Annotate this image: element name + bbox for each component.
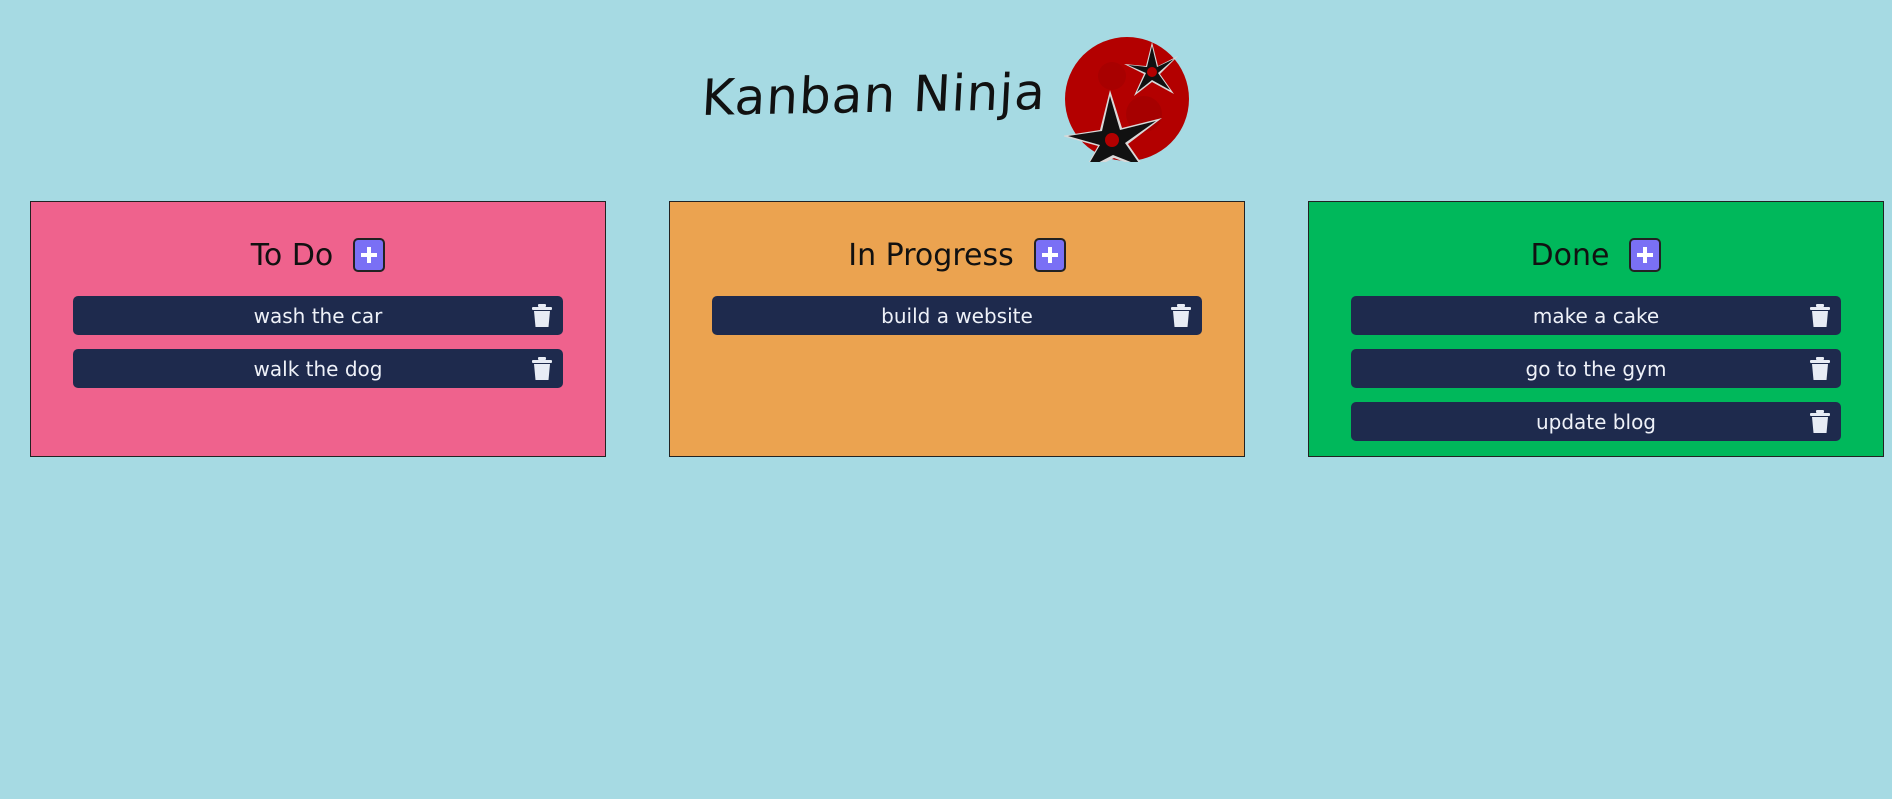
column-header: To Do <box>31 230 605 280</box>
task-card[interactable]: make a cake <box>1351 296 1841 335</box>
column-todo: To Do wash the car walk the dog <box>30 201 606 457</box>
add-task-button[interactable] <box>353 238 386 272</box>
ninja-star-logo-icon <box>1063 37 1189 162</box>
task-card[interactable]: go to the gym <box>1351 349 1841 388</box>
trash-icon[interactable] <box>1809 357 1831 381</box>
task-text: build a website <box>881 303 1033 328</box>
column-title: To Do <box>250 237 334 273</box>
column-header: Done <box>1309 230 1883 280</box>
plus-icon <box>1041 247 1058 263</box>
column-done: Done make a cake go to the gym update bl… <box>1308 201 1884 457</box>
plus-icon <box>361 247 378 263</box>
task-card[interactable]: update blog <box>1351 402 1841 441</box>
column-header: In Progress <box>670 230 1244 280</box>
task-card[interactable]: walk the dog <box>73 349 563 388</box>
task-list: build a website <box>670 296 1244 335</box>
task-card[interactable]: wash the car <box>73 296 563 335</box>
task-text: walk the dog <box>253 356 383 381</box>
app-title: Kanban Ninja <box>700 63 1048 127</box>
task-list: make a cake go to the gym update blog <box>1309 296 1883 441</box>
task-text: go to the gym <box>1525 356 1667 381</box>
column-in-progress: In Progress build a website <box>669 201 1245 457</box>
task-text: wash the car <box>253 303 383 328</box>
trash-icon[interactable] <box>1809 304 1831 328</box>
column-title: Done <box>1530 237 1610 273</box>
column-title: In Progress <box>848 237 1014 273</box>
task-text: update blog <box>1535 409 1656 434</box>
trash-icon[interactable] <box>1170 304 1192 328</box>
task-card[interactable]: build a website <box>712 296 1202 335</box>
kanban-board: To Do wash the car walk the dog In Progr… <box>30 201 1888 457</box>
task-list: wash the car walk the dog <box>31 296 605 388</box>
add-task-button[interactable] <box>1629 238 1662 272</box>
plus-icon <box>1637 247 1654 263</box>
app-header: Kanban Ninja <box>0 34 1892 164</box>
trash-icon[interactable] <box>1809 410 1831 434</box>
task-text: make a cake <box>1532 303 1660 328</box>
trash-icon[interactable] <box>531 304 553 328</box>
add-task-button[interactable] <box>1033 238 1066 272</box>
trash-icon[interactable] <box>531 357 553 381</box>
